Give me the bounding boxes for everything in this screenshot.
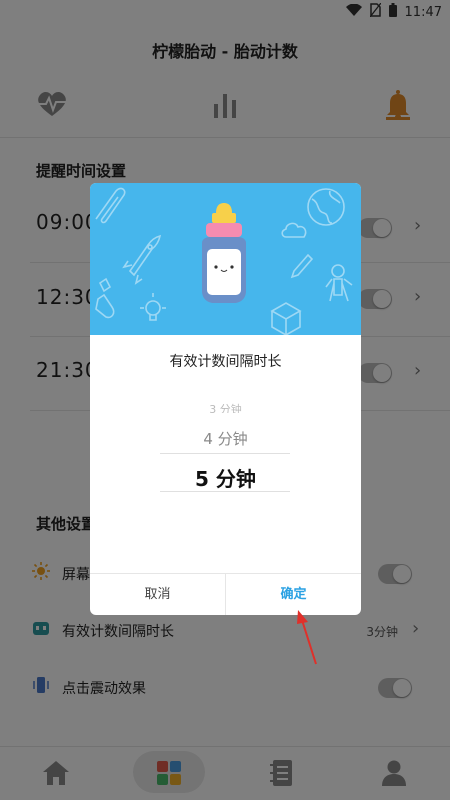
cloud-icon	[281, 222, 307, 238]
picker-divider	[160, 491, 290, 492]
pointer-arrow-icon	[297, 610, 317, 665]
picker-option[interactable]: 3 分钟	[90, 401, 361, 413]
picker-divider	[160, 453, 290, 454]
gingerbread-icon	[325, 264, 353, 302]
dialog-title-text: 有效计数间隔时长	[169, 354, 282, 370]
picker-selected-option[interactable]: 5 分钟	[90, 463, 361, 492]
dialog-header-illustration	[90, 183, 361, 337]
pencil-icon	[290, 253, 314, 279]
rocket-icon	[122, 234, 162, 285]
globe-icon	[307, 188, 345, 226]
cube-icon	[270, 302, 302, 337]
interval-dialog: 有效计数间隔时长 3 分钟 4 分钟 5 分钟 取消 确定	[90, 183, 361, 615]
baby-bottle-icon	[202, 203, 246, 303]
cancel-button[interactable]: 取消	[90, 574, 225, 615]
lightbulb-icon	[140, 293, 166, 321]
paperclip-icon	[95, 187, 126, 224]
sock-icon	[95, 277, 115, 319]
picker-option[interactable]: 4 分钟	[90, 428, 361, 449]
